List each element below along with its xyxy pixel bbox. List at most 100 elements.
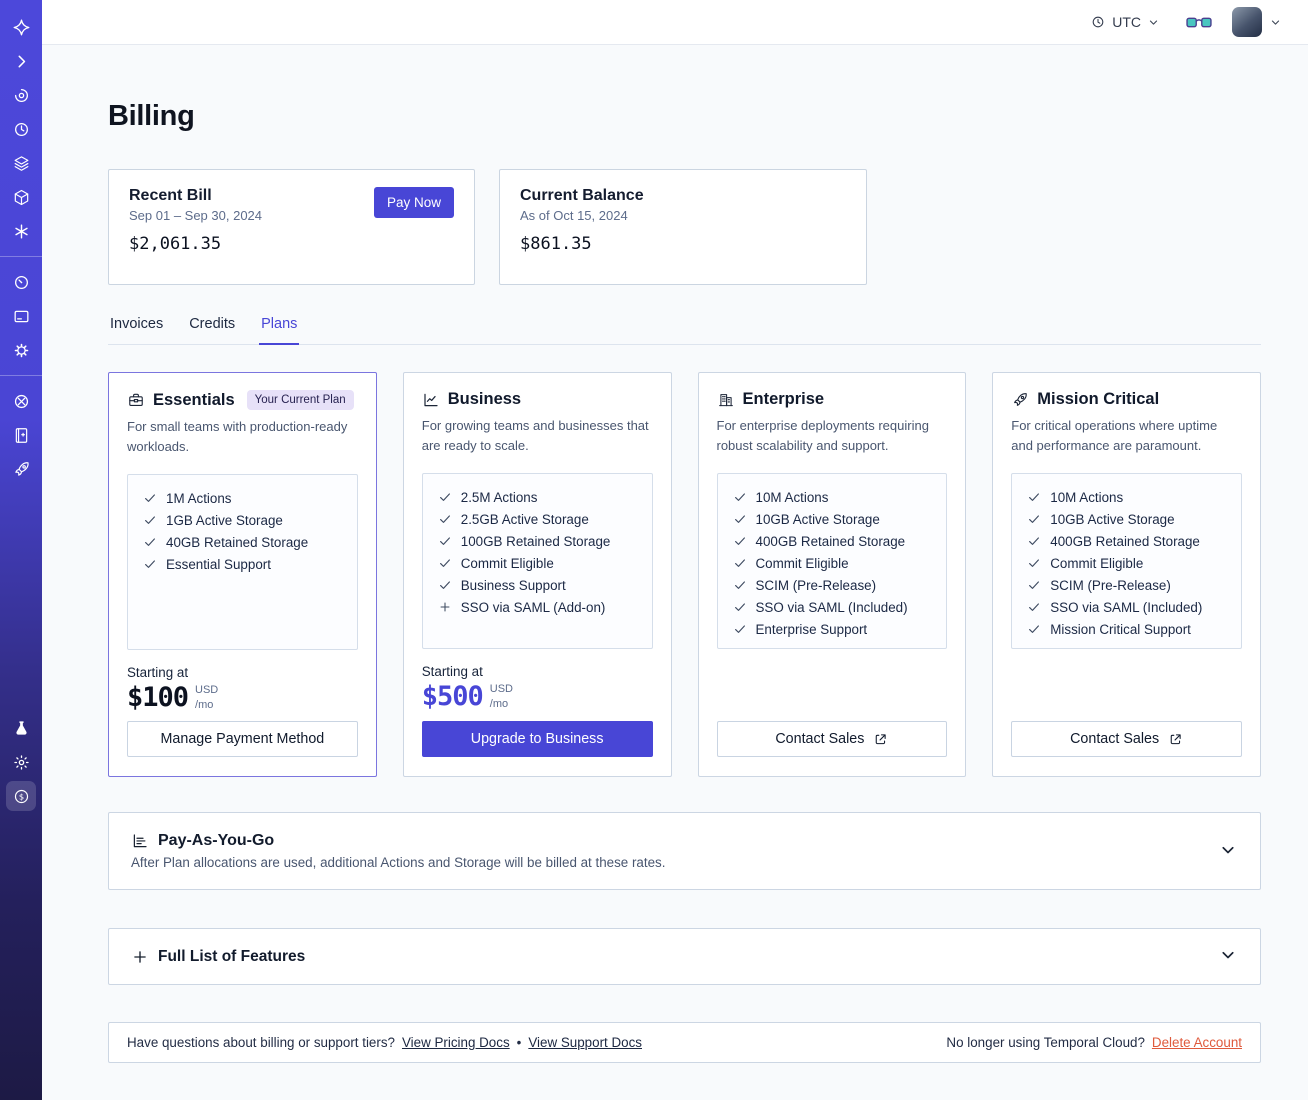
billing-dollar-button[interactable]: $ bbox=[6, 781, 36, 811]
plan-description: For growing teams and businesses that ar… bbox=[421, 418, 649, 454]
full-features-accordion[interactable]: Full List of Features bbox=[108, 928, 1261, 985]
check-icon bbox=[143, 491, 157, 505]
starting-at-label: Starting at bbox=[127, 665, 189, 681]
check-icon bbox=[438, 490, 452, 504]
tab-credits[interactable]: Credits bbox=[187, 308, 237, 345]
feature-text: SSO via SAML (Included) bbox=[1050, 599, 1203, 615]
plans-grid: Essentials Your Current Plan For small tea… bbox=[108, 372, 1261, 777]
feature-row: Essential Support bbox=[143, 553, 342, 575]
billing-card-button[interactable] bbox=[6, 301, 36, 331]
feature-text: 10GB Active Storage bbox=[755, 511, 880, 527]
docs-book-button[interactable] bbox=[6, 420, 36, 450]
chevron-right-icon bbox=[12, 52, 31, 71]
app-root: $ UTC Billing Recent Bill Sep 01 – Sep 3… bbox=[0, 0, 1308, 1100]
nexus-button[interactable] bbox=[6, 216, 36, 246]
timezone-selector[interactable]: UTC bbox=[1084, 13, 1166, 31]
rocket-icon bbox=[1011, 391, 1029, 409]
usage-button[interactable] bbox=[6, 267, 36, 297]
plan-header: Essentials Your Current Plan bbox=[127, 390, 358, 410]
namespaces-button[interactable] bbox=[6, 80, 36, 110]
view-support-docs-link[interactable]: View Support Docs bbox=[528, 1035, 642, 1050]
feature-text: Commit Eligible bbox=[755, 555, 849, 571]
check-icon bbox=[733, 578, 747, 592]
chevron-down-icon bbox=[1147, 16, 1160, 29]
schedules-icon bbox=[12, 120, 31, 139]
theme-sun-icon bbox=[12, 753, 31, 772]
account-menu[interactable] bbox=[1232, 7, 1282, 37]
feature-text: Essential Support bbox=[166, 556, 271, 572]
plan-name: Enterprise bbox=[742, 390, 825, 408]
tab-plans[interactable]: Plans bbox=[259, 308, 300, 345]
settings-gear-button[interactable] bbox=[6, 335, 36, 365]
plan-price: $500 bbox=[421, 681, 484, 713]
getting-started-rocket-icon bbox=[12, 460, 31, 479]
chevron-right-button[interactable] bbox=[6, 46, 36, 76]
expand-features-button[interactable] bbox=[1218, 945, 1238, 968]
glasses-icon[interactable] bbox=[1186, 15, 1212, 30]
manage-payment-method-button[interactable]: Manage Payment Method bbox=[127, 721, 358, 757]
currency-label: USD bbox=[195, 684, 219, 697]
theme-sun-button[interactable] bbox=[6, 747, 36, 777]
contact-sales-button[interactable]: Contact Sales bbox=[716, 721, 948, 757]
check-icon bbox=[438, 512, 452, 526]
pay-as-you-go-accordion[interactable]: Pay-As-You-Go After Plan allocations are… bbox=[108, 812, 1261, 890]
current-balance-title: Current Balance bbox=[520, 187, 644, 204]
feature-text: 10M Actions bbox=[755, 489, 829, 505]
delete-question: No longer using Temporal Cloud? bbox=[946, 1035, 1145, 1050]
check-icon bbox=[1027, 490, 1041, 504]
delete-account-link[interactable]: Delete Account bbox=[1152, 1035, 1242, 1050]
feature-text: 400GB Retained Storage bbox=[755, 533, 906, 549]
check-icon bbox=[1027, 556, 1041, 570]
expand-payg-button[interactable] bbox=[1218, 840, 1238, 863]
feature-row: 10M Actions bbox=[1027, 486, 1226, 508]
layers-button[interactable] bbox=[6, 148, 36, 178]
toolbox-icon bbox=[127, 391, 145, 409]
feature-row: Commit Eligible bbox=[438, 552, 637, 574]
check-icon bbox=[1027, 578, 1041, 592]
plan-description: For small teams with production-ready wo… bbox=[127, 419, 348, 455]
view-pricing-docs-link[interactable]: View Pricing Docs bbox=[402, 1035, 510, 1050]
schedules-button[interactable] bbox=[6, 114, 36, 144]
external-link-icon bbox=[873, 732, 888, 747]
upgrade-to-business-button[interactable]: Upgrade to Business bbox=[421, 721, 653, 757]
plan-header: Business bbox=[422, 390, 653, 409]
feature-text: SSO via SAML (Included) bbox=[755, 599, 908, 615]
getting-started-rocket-button[interactable] bbox=[6, 454, 36, 484]
pricing: Starting at $100 USD/mo bbox=[127, 665, 358, 713]
feature-text: Commit Eligible bbox=[460, 555, 554, 571]
plan-name: Essentials bbox=[153, 390, 235, 409]
support-button[interactable] bbox=[6, 386, 36, 416]
feature-row: SCIM (Pre-Release) bbox=[1027, 574, 1226, 596]
check-icon bbox=[438, 578, 452, 592]
user-avatar[interactable] bbox=[1232, 7, 1262, 37]
contact-sales-button[interactable]: Contact Sales bbox=[1011, 721, 1242, 757]
labs-flask-button[interactable] bbox=[6, 713, 36, 743]
plan-card-mission-critical: Mission Critical For critical operations … bbox=[992, 372, 1261, 777]
accordion-content: Pay-As-You-Go After Plan allocations are… bbox=[131, 832, 665, 870]
deployments-icon bbox=[12, 188, 31, 207]
check-icon bbox=[143, 513, 157, 527]
cta-label: Contact Sales bbox=[1070, 731, 1160, 747]
period-label: /mo bbox=[195, 698, 214, 711]
settings-gear-icon bbox=[12, 341, 31, 360]
feature-text: 10GB Active Storage bbox=[1050, 511, 1175, 527]
feature-text: 1GB Active Storage bbox=[166, 512, 283, 528]
tab-invoices[interactable]: Invoices bbox=[108, 308, 165, 345]
recent-bill-amount: $2,061.35 bbox=[129, 234, 222, 254]
temporal-logo-button[interactable] bbox=[6, 12, 36, 42]
billing-tabs: Invoices Credits Plans bbox=[108, 308, 1261, 345]
feature-row: Commit Eligible bbox=[1027, 552, 1226, 574]
clock-icon bbox=[1090, 14, 1106, 30]
feature-row: 400GB Retained Storage bbox=[1027, 530, 1226, 552]
pay-now-button[interactable]: Pay Now bbox=[373, 187, 454, 218]
feature-text: Mission Critical Support bbox=[1050, 621, 1191, 637]
check-icon bbox=[733, 622, 747, 636]
feature-text: 400GB Retained Storage bbox=[1050, 533, 1200, 549]
feature-row: Mission Critical Support bbox=[1027, 618, 1226, 640]
currency-label: USD bbox=[489, 683, 514, 696]
starting-at-label: Starting at bbox=[421, 664, 483, 680]
current-balance-asof: As of Oct 15, 2024 bbox=[520, 208, 628, 223]
recent-bill-card: Recent Bill Sep 01 – Sep 30, 2024 Pay No… bbox=[108, 169, 475, 285]
deployments-button[interactable] bbox=[6, 182, 36, 212]
check-icon bbox=[143, 557, 157, 571]
